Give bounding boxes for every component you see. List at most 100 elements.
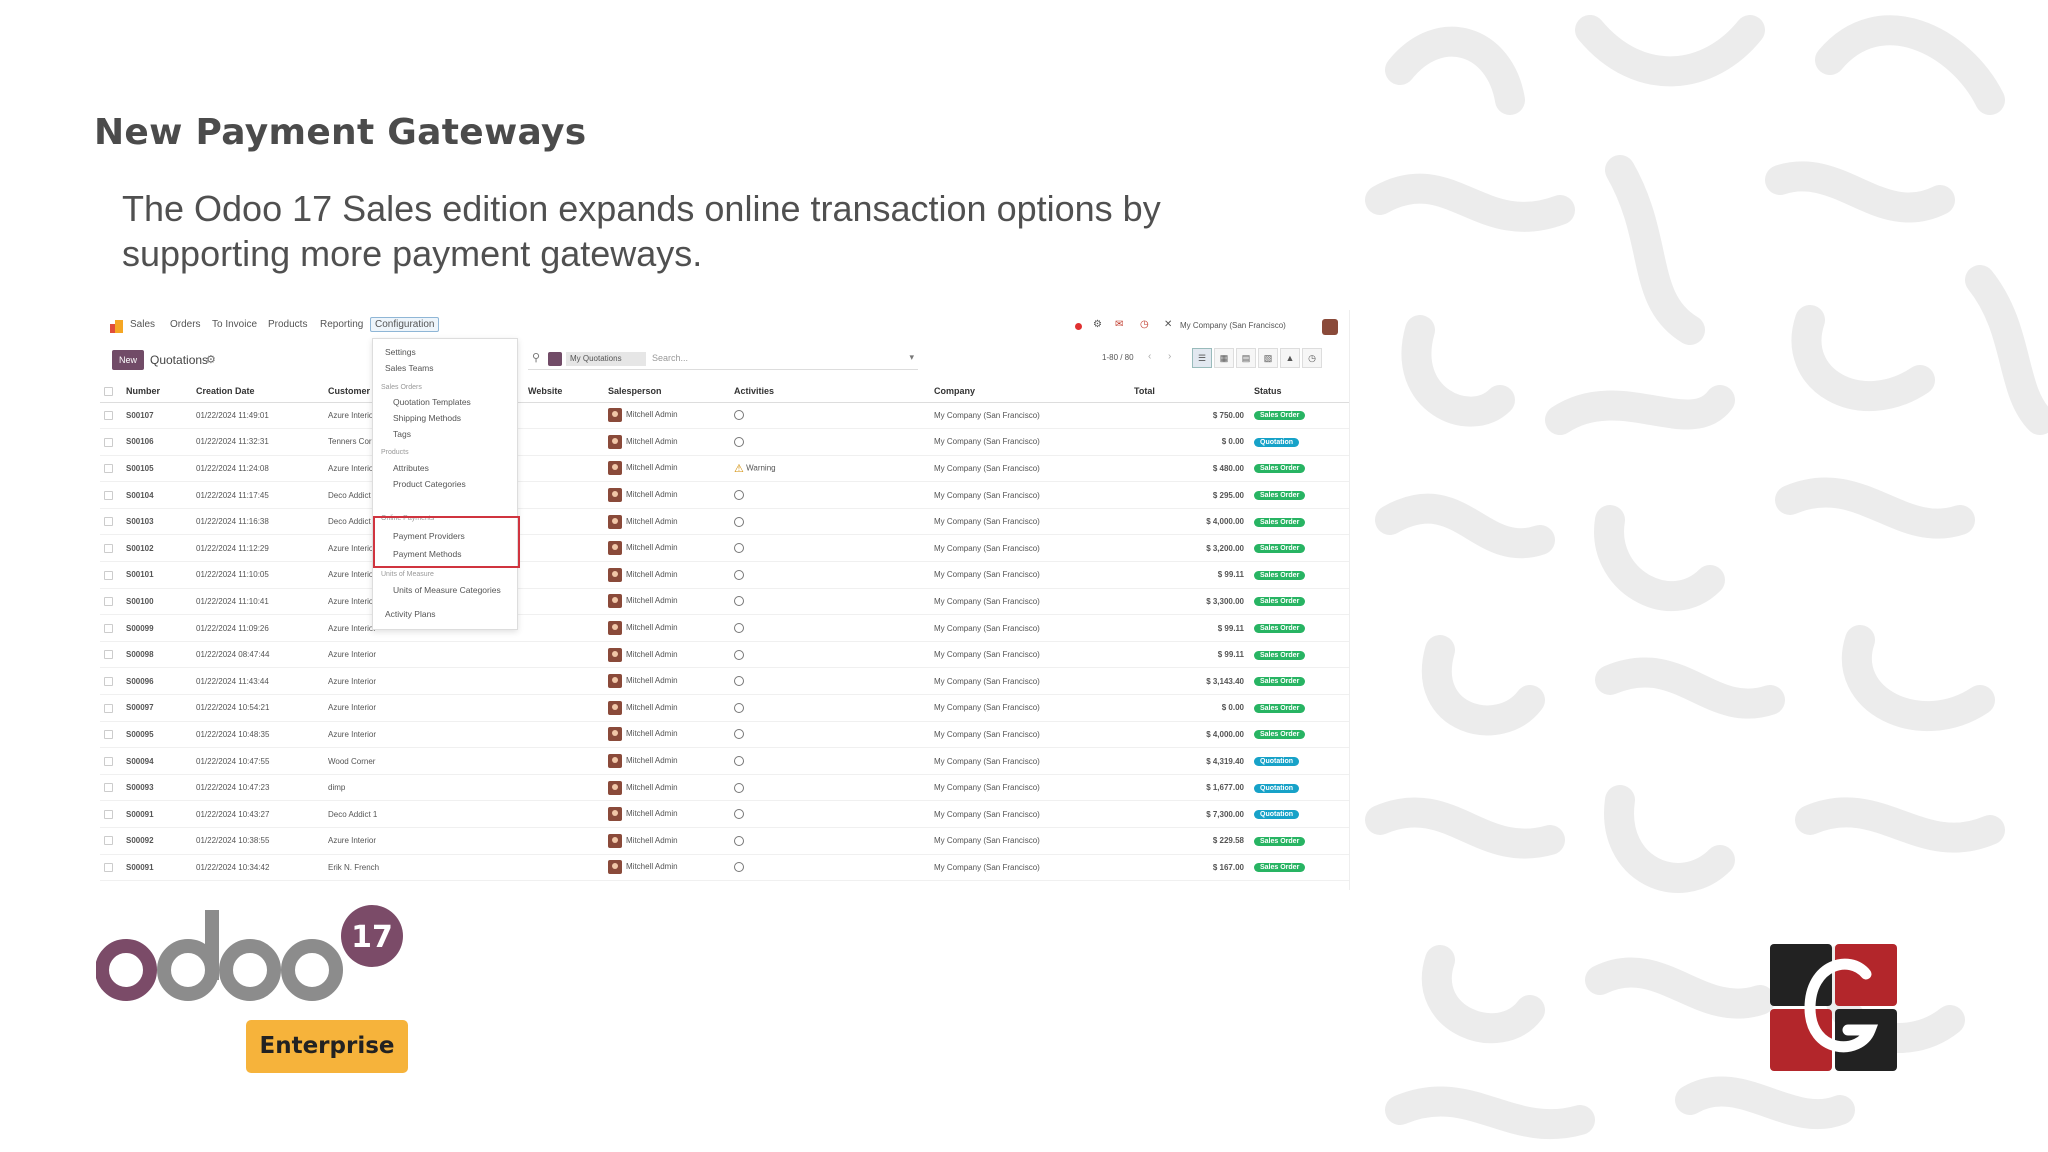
table-row[interactable]: S00103 01/22/2024 11:16:38 Deco Addict M… — [100, 508, 1349, 536]
table-row[interactable]: S00100 01/22/2024 11:10:41 Azure Interio… — [100, 588, 1349, 616]
activity-cell[interactable] — [730, 561, 930, 589]
activity-cell[interactable] — [730, 481, 930, 509]
tools-icon[interactable]: ✕ — [1164, 319, 1172, 330]
col-header[interactable]: Total — [1130, 380, 1250, 403]
clock-icon[interactable] — [734, 809, 744, 820]
clock-icon[interactable] — [734, 490, 744, 501]
activity-cell[interactable] — [730, 800, 930, 828]
clock-icon[interactable] — [734, 543, 744, 554]
table-row[interactable]: S00092 01/22/2024 10:38:55 Azure Interio… — [100, 827, 1349, 855]
table-row[interactable]: S00091 01/22/2024 10:43:27 Deco Addict 1… — [100, 800, 1349, 828]
table-row[interactable]: S00105 01/22/2024 11:24:08 Azure Interio… — [100, 455, 1349, 483]
activity-clock-icon[interactable]: ◷ — [1140, 319, 1149, 330]
clock-icon[interactable] — [734, 756, 744, 767]
clock-icon[interactable] — [734, 862, 744, 873]
row-checkbox[interactable] — [100, 800, 122, 828]
activity-cell[interactable] — [730, 721, 930, 749]
row-checkbox[interactable] — [100, 455, 122, 483]
row-checkbox[interactable] — [100, 402, 122, 430]
search-facet[interactable]: My Quotations — [566, 352, 646, 366]
clock-icon[interactable] — [734, 596, 744, 607]
row-checkbox[interactable] — [100, 747, 122, 775]
pivot-view-icon[interactable]: ▧ — [1258, 348, 1278, 368]
clock-icon[interactable] — [734, 623, 744, 634]
table-row[interactable]: S00096 01/22/2024 11:43:44 Azure Interio… — [100, 667, 1349, 696]
nav-configuration[interactable]: Configuration — [370, 317, 440, 332]
table-row[interactable]: S00093 01/22/2024 10:47:23 dimp Mitchell… — [100, 774, 1349, 802]
activity-cell[interactable]: ⚠ Warning — [730, 455, 930, 483]
gear-icon[interactable]: ⚙ — [206, 353, 216, 366]
table-row[interactable]: S00097 01/22/2024 10:54:21 Azure Interio… — [100, 694, 1349, 722]
activity-cell[interactable] — [730, 402, 930, 430]
pager-value[interactable]: 1-80 / 80 — [1102, 353, 1134, 362]
activity-cell[interactable] — [730, 774, 930, 802]
table-row[interactable]: S00098 01/22/2024 08:47:44 Azure Interio… — [100, 641, 1349, 669]
table-row[interactable]: S00094 01/22/2024 10:47:55 Wood Corner M… — [100, 747, 1349, 775]
activity-cell[interactable] — [730, 854, 930, 882]
row-checkbox[interactable] — [100, 721, 122, 749]
pager-next-icon[interactable]: › — [1168, 351, 1171, 362]
kanban-view-icon[interactable]: ▦ — [1214, 348, 1234, 368]
nav-sales[interactable]: Sales — [130, 319, 155, 330]
chat-icon[interactable]: ✉ — [1115, 319, 1123, 330]
row-checkbox[interactable] — [100, 667, 122, 696]
activity-cell[interactable] — [730, 588, 930, 616]
graph-view-icon[interactable]: ▲ — [1280, 348, 1300, 368]
activity-cell[interactable] — [730, 508, 930, 536]
table-row[interactable]: S00102 01/22/2024 11:12:29 Azure Interio… — [100, 534, 1349, 563]
search-input[interactable]: Search... — [652, 353, 688, 363]
clock-icon[interactable] — [734, 782, 744, 793]
search-icon[interactable]: ⚲ — [532, 351, 540, 364]
row-checkbox[interactable] — [100, 614, 122, 642]
menu-item-activity-plans[interactable]: Activity Plans — [385, 609, 531, 619]
table-row[interactable]: S00104 01/22/2024 11:17:45 Deco Addict M… — [100, 481, 1349, 509]
menu-item-shipping-methods[interactable]: Shipping Methods — [393, 413, 539, 423]
table-row[interactable]: S00091 01/22/2024 10:34:42 Erik N. Frenc… — [100, 854, 1349, 882]
new-button[interactable]: New — [112, 350, 144, 370]
select-all-checkbox[interactable] — [100, 380, 122, 403]
activity-view-icon[interactable]: ◷ — [1302, 348, 1322, 368]
table-row[interactable]: S00107 01/22/2024 11:49:01 Azure Interio… — [100, 402, 1349, 430]
activity-cell[interactable] — [730, 534, 930, 563]
nav-to-invoice[interactable]: To Invoice — [212, 319, 257, 330]
activity-cell[interactable] — [730, 747, 930, 775]
col-header[interactable]: Activities — [730, 380, 930, 403]
col-header[interactable]: Company — [930, 380, 1130, 403]
table-row[interactable]: S00101 01/22/2024 11:10:05 Azure Interio… — [100, 561, 1349, 589]
menu-item-quotation-templates[interactable]: Quotation Templates — [393, 397, 539, 407]
activity-cell[interactable] — [730, 667, 930, 696]
menu-item-uom-categories[interactable]: Units of Measure Categories — [393, 585, 539, 595]
sales-app-icon[interactable] — [110, 320, 123, 333]
list-view-icon[interactable]: ☰ — [1192, 348, 1212, 368]
filter-icon[interactable] — [548, 352, 562, 366]
clock-icon[interactable] — [734, 436, 744, 447]
row-checkbox[interactable] — [100, 561, 122, 589]
clock-icon[interactable] — [734, 729, 744, 740]
col-header[interactable]: Creation Date — [192, 380, 324, 403]
clock-icon[interactable] — [734, 676, 744, 687]
activity-cell[interactable] — [730, 694, 930, 722]
col-header[interactable]: Number — [122, 380, 192, 403]
table-row[interactable]: S00099 01/22/2024 11:09:26 Azure Interio… — [100, 614, 1349, 642]
clock-icon[interactable] — [734, 835, 744, 846]
bug-icon[interactable]: ⚙ — [1093, 319, 1102, 330]
activity-cell[interactable] — [730, 614, 930, 642]
pager-prev-icon[interactable]: ‹ — [1148, 351, 1151, 362]
table-row[interactable]: S00095 01/22/2024 10:48:35 Azure Interio… — [100, 721, 1349, 749]
company-switcher[interactable]: My Company (San Francisco) — [1180, 321, 1286, 330]
calendar-view-icon[interactable]: ▤ — [1236, 348, 1256, 368]
menu-item-settings[interactable]: Settings — [385, 347, 531, 357]
clock-icon[interactable] — [734, 569, 744, 580]
menu-item-sales-teams[interactable]: Sales Teams — [385, 363, 531, 373]
warning-icon[interactable]: ⚠ — [734, 463, 744, 475]
row-checkbox[interactable] — [100, 694, 122, 722]
activity-cell[interactable] — [730, 827, 930, 855]
activity-cell[interactable] — [730, 641, 930, 669]
menu-item-attributes[interactable]: Attributes — [393, 463, 539, 473]
nav-products[interactable]: Products — [268, 319, 307, 330]
col-header[interactable]: Salesperson — [604, 380, 730, 403]
clock-icon[interactable] — [734, 649, 744, 660]
row-checkbox[interactable] — [100, 854, 122, 882]
menu-item-product-categories[interactable]: Product Categories — [393, 479, 539, 489]
search-toggle-icon[interactable]: ▾ — [909, 352, 914, 363]
